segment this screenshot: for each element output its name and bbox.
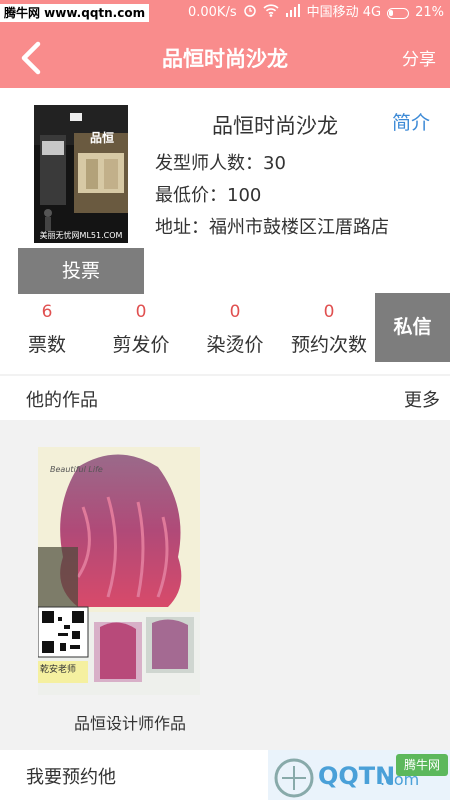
- share-button[interactable]: 分享: [402, 45, 436, 70]
- stat-label: 剪发价: [112, 334, 170, 356]
- intro-link[interactable]: 简介: [392, 108, 430, 135]
- salon-name: 品恒时尚沙龙: [212, 114, 338, 138]
- logo-badge: 腾牛网: [396, 754, 448, 776]
- stylist-count-line: 发型师人数：30: [155, 149, 286, 175]
- battery-icon: [387, 7, 410, 19]
- vote-button[interactable]: 投票: [18, 248, 144, 294]
- status-bar-right: 0.00K/s 中国移动 4G 21%: [187, 3, 444, 23]
- work-item[interactable]: 乾安老师 Beautiful Life: [38, 447, 200, 695]
- stat-value: 6: [41, 302, 53, 322]
- battery-level: 21%: [415, 5, 444, 20]
- more-link[interactable]: 更多: [404, 386, 440, 412]
- overlay-text: Beautiful Life: [50, 465, 103, 474]
- carrier-label: 中国移动 4G: [306, 5, 382, 20]
- stylist-count-label: 发型师人数：: [155, 153, 263, 174]
- salon-info-panel: 品恒 美丽无忧网ML51.COM 投票 品恒时尚沙龙 简介 发型师人数：30 最…: [0, 88, 450, 374]
- stat-dye-perm-price: 0 染烫价: [188, 300, 282, 357]
- stat-haircut-price: 0 剪发价: [94, 300, 188, 357]
- private-message-button[interactable]: 私信: [375, 293, 450, 362]
- salon-photo[interactable]: 品恒 美丽无忧网ML51.COM: [34, 105, 128, 243]
- works-list: 乾安老师 Beautiful Life 品恒设计师作品: [0, 420, 450, 748]
- stat-label: 染烫价: [206, 334, 264, 356]
- stylist-count-value: 30: [263, 153, 286, 174]
- address-value: 福州市鼓楼区江厝路店: [209, 217, 389, 238]
- works-title: 他的作品: [26, 390, 98, 411]
- address-label: 地址：: [155, 217, 209, 238]
- stat-label: 预约次数: [290, 334, 367, 356]
- booking-title: 我要预约他: [26, 767, 116, 788]
- works-header: 他的作品 更多: [0, 376, 450, 420]
- alarm-icon: [243, 3, 257, 23]
- watermark-label: 腾牛网 www.qqtn.com: [0, 4, 150, 22]
- stat-bookings: 0 预约次数: [282, 300, 376, 357]
- status-bar: 腾牛网 www.qqtn.com 0.00K/s 中国移动 4G 21%: [0, 0, 450, 26]
- min-price-label: 最低价：: [155, 185, 227, 206]
- stat-value: 0: [229, 302, 241, 322]
- work-caption: 品恒设计师作品: [73, 714, 186, 733]
- network-speed: 0.00K/s: [187, 5, 237, 20]
- page-title: 品恒时尚沙龙: [162, 47, 288, 71]
- stat-value: 0: [323, 302, 335, 322]
- stat-value: 0: [135, 302, 147, 322]
- signal-icon: [285, 3, 301, 23]
- stat-label: 票数: [27, 334, 66, 356]
- booking-row[interactable]: 我要预约他 QQTN .com 腾牛网: [0, 750, 450, 800]
- address-line: 地址：福州市鼓楼区江厝路店: [155, 213, 389, 239]
- min-price-value: 100: [227, 185, 262, 206]
- qqtn-logo: QQTN .com 腾牛网: [268, 750, 450, 800]
- stylist-tag: 乾安老师: [40, 665, 77, 675]
- stats-row: 6 票数 0 剪发价 0 染烫价 0 预约次数: [0, 300, 374, 374]
- stat-votes: 6 票数: [0, 300, 94, 357]
- photo-caption: 美丽无忧网ML51.COM: [39, 231, 123, 240]
- store-sign: 品恒: [90, 131, 115, 145]
- min-price-line: 最低价：100: [155, 181, 261, 207]
- nav-bar: 品恒时尚沙龙 分享: [0, 26, 450, 88]
- wifi-icon: [263, 3, 279, 23]
